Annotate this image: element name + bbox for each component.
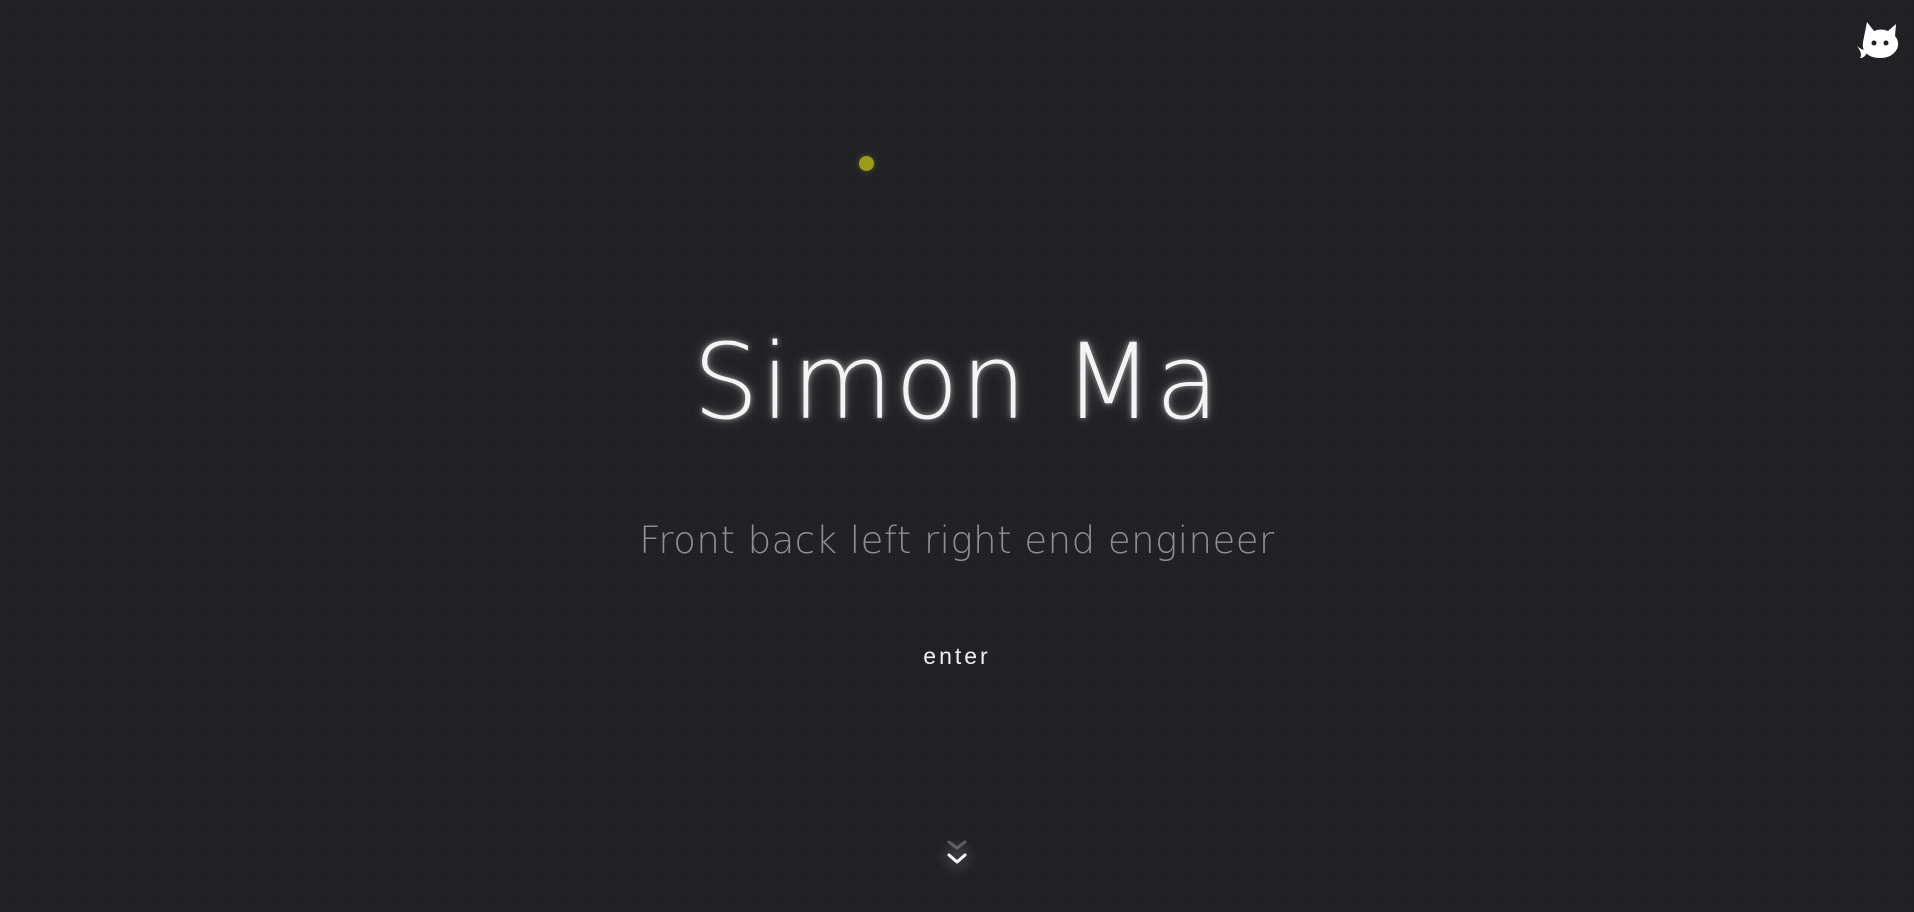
github-cat-icon-graphic: [1857, 22, 1899, 58]
scroll-down-button[interactable]: [937, 837, 977, 877]
hero-name: Simon Ma: [692, 321, 1222, 443]
chevron-down-icon: [947, 840, 967, 864]
github-cat-icon[interactable]: [1854, 16, 1904, 66]
landing-page: Simon Ma Front back left right end engin…: [0, 0, 1914, 912]
hero-subtitle: Front back left right end engineer: [639, 519, 1275, 562]
accent-dot: [859, 156, 874, 171]
enter-link[interactable]: enter: [907, 640, 1007, 672]
